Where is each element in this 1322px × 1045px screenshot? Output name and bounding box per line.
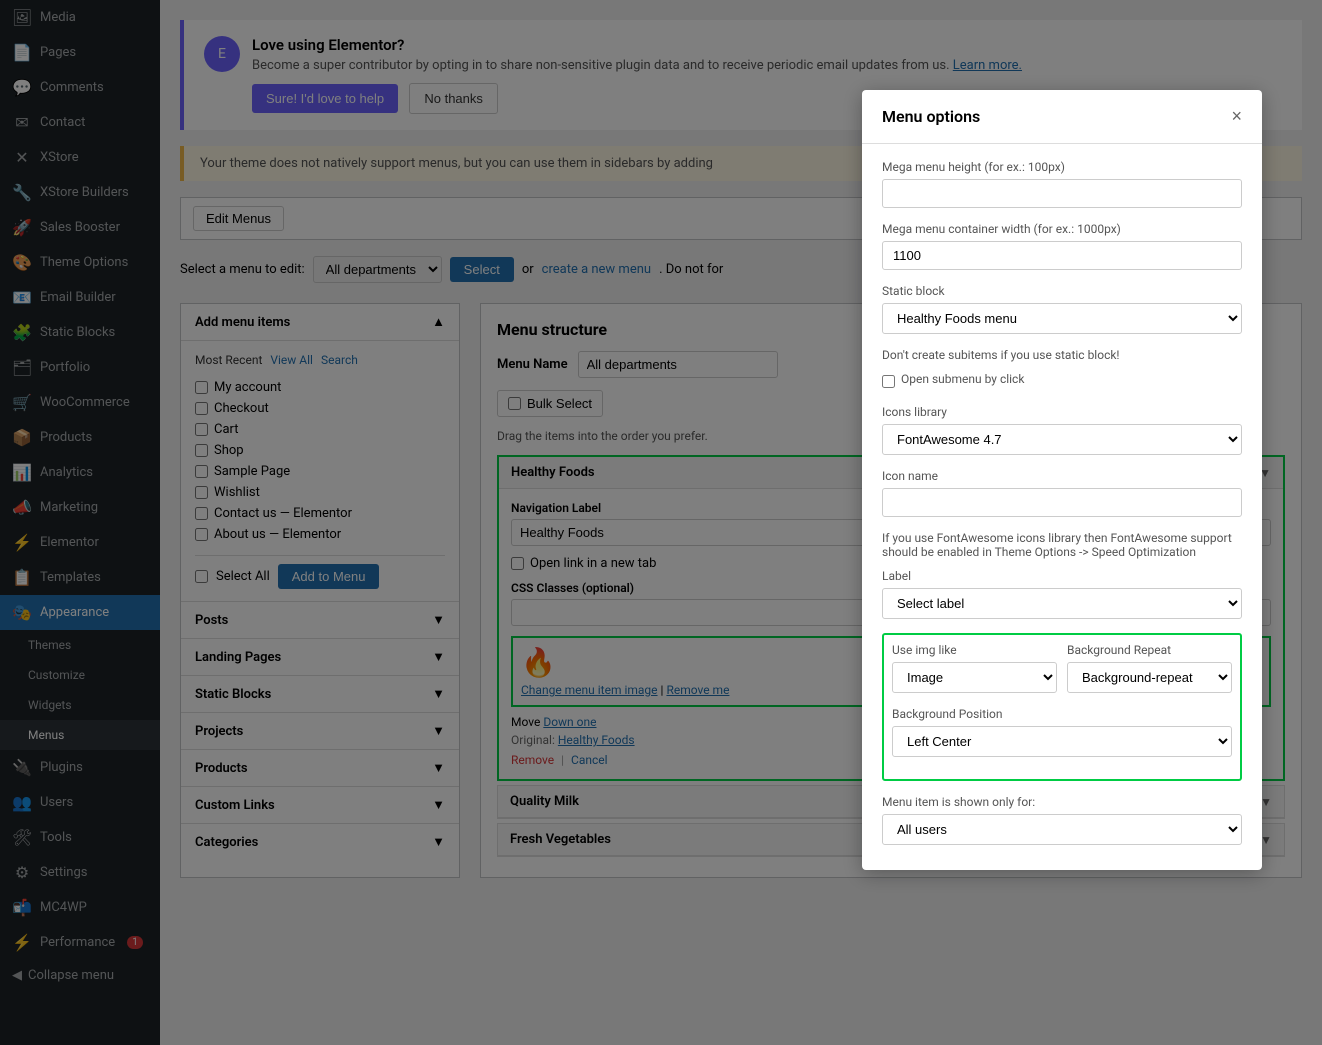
static-block-note: Don't create subitems if you use static … (882, 348, 1242, 362)
menu-options-modal: Menu options × Mega menu height (for ex.… (862, 90, 1262, 870)
modal-title: Menu options (882, 107, 980, 126)
use-img-like-select[interactable]: Image (892, 662, 1057, 693)
bg-position-select[interactable]: Left Center (892, 726, 1232, 757)
mega-menu-height-field: Mega menu height (for ex.: 100px) (882, 160, 1242, 208)
open-submenu-checkbox[interactable] (882, 375, 895, 388)
icons-library-select[interactable]: FontAwesome 4.7 (882, 424, 1242, 455)
open-submenu-row: Open submenu by click (882, 372, 1242, 391)
bg-position-field: Background Position Left Center (892, 707, 1232, 757)
use-img-like-section: Use img like Image Background Repeat Bac… (882, 633, 1242, 781)
bg-repeat-select[interactable]: Background-repeat (1067, 662, 1232, 693)
icons-library-field: Icons library FontAwesome 4.7 (882, 405, 1242, 455)
static-block-field: Static block Healthy Foods menu (882, 284, 1242, 334)
icon-name-input[interactable] (882, 488, 1242, 517)
modal-header: Menu options × (862, 90, 1262, 144)
mega-menu-height-input[interactable] (882, 179, 1242, 208)
bg-repeat-field: Background Repeat Background-repeat (1067, 643, 1232, 693)
label-field: Label Select label (882, 569, 1242, 619)
mega-menu-width-field: Mega menu container width (for ex.: 1000… (882, 222, 1242, 270)
modal-body: Mega menu height (for ex.: 100px) Mega m… (862, 144, 1262, 870)
label-select[interactable]: Select label (882, 588, 1242, 619)
mega-menu-width-input[interactable] (882, 241, 1242, 270)
menu-item-shown-field: Menu item is shown only for: All users (882, 795, 1242, 845)
open-submenu-field: Open submenu by click (882, 372, 1242, 391)
modal-close-button[interactable]: × (1231, 106, 1242, 127)
main-content: E Love using Elementor? Become a super c… (160, 0, 1322, 1045)
static-block-select[interactable]: Healthy Foods menu (882, 303, 1242, 334)
menu-item-shown-select[interactable]: All users (882, 814, 1242, 845)
img-repeat-row: Use img like Image Background Repeat Bac… (892, 643, 1232, 707)
modal-overlay[interactable]: Menu options × Mega menu height (for ex.… (160, 0, 1322, 1045)
icon-note: If you use FontAwesome icons library the… (882, 531, 1242, 559)
use-img-like-field: Use img like Image (892, 643, 1057, 693)
icon-name-field: Icon name (882, 469, 1242, 517)
